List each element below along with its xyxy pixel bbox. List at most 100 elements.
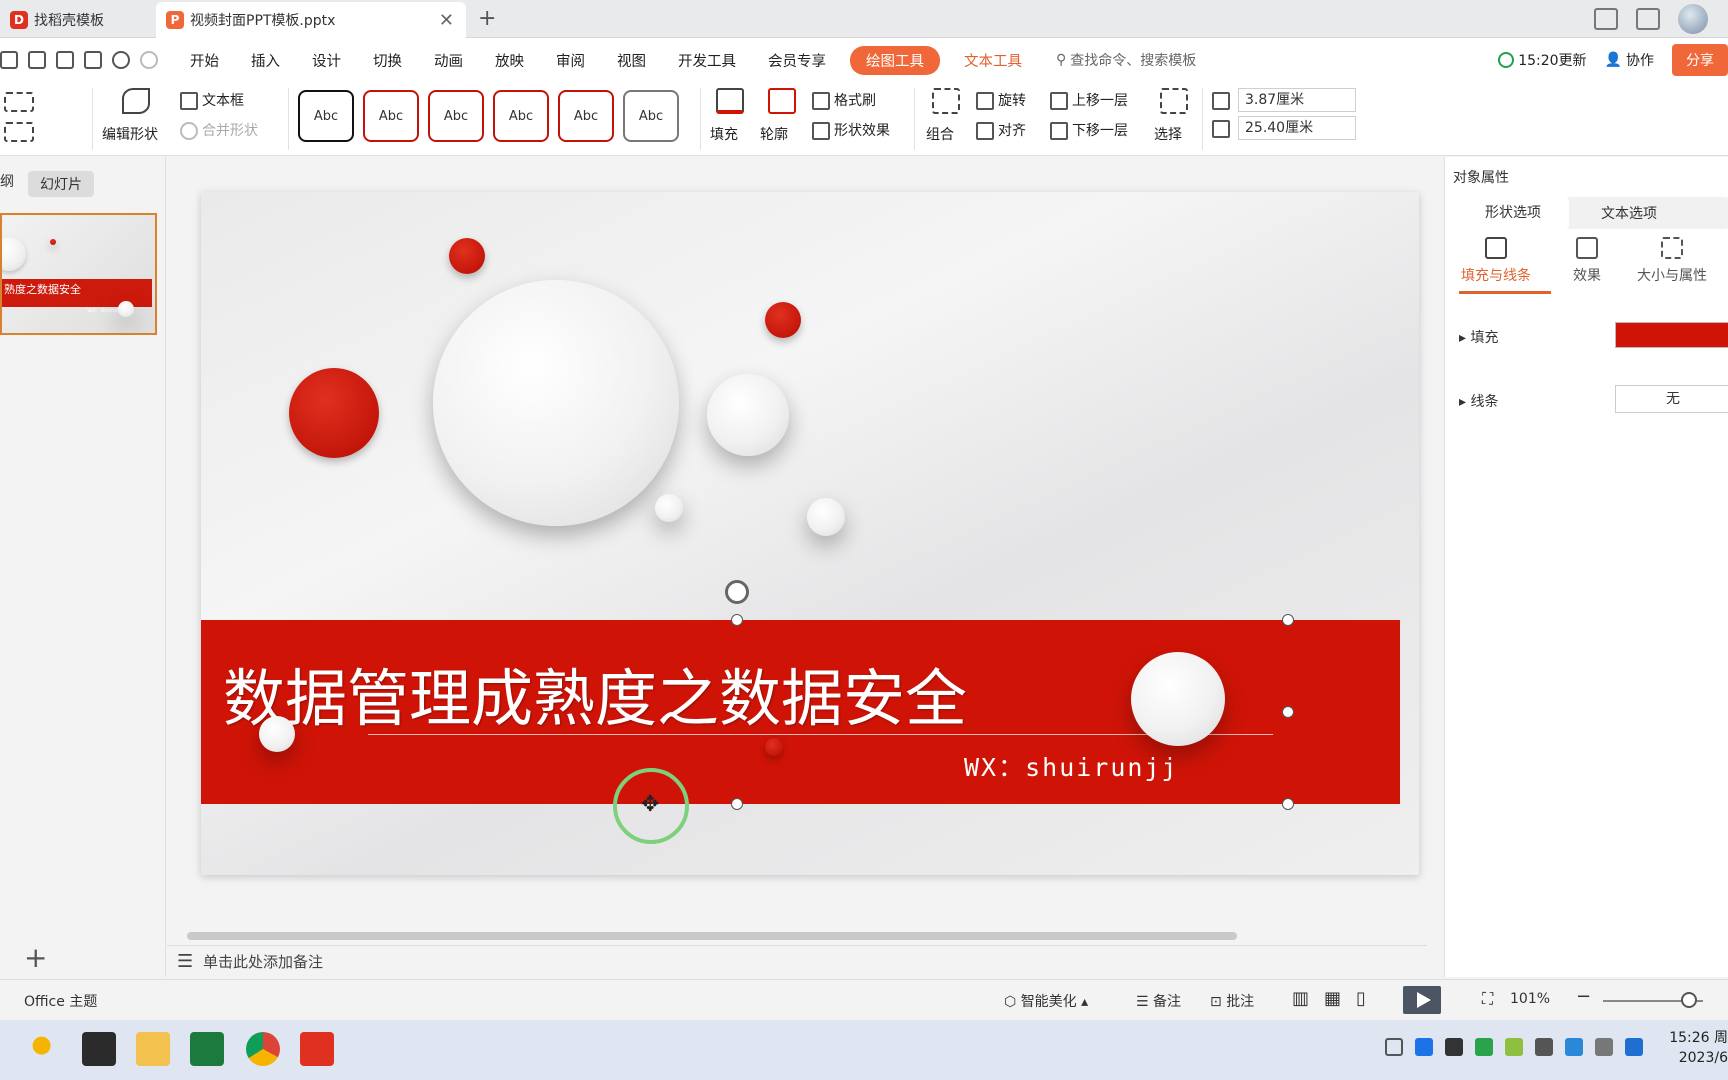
search-icon[interactable] xyxy=(28,1032,62,1066)
tray-app-icon[interactable] xyxy=(1475,1038,1493,1056)
panel-title[interactable]: 对象属性 xyxy=(1453,167,1509,187)
menu-developer[interactable]: 开发工具 xyxy=(678,50,736,71)
tab-template-store[interactable]: D 找稻壳模板 xyxy=(0,2,152,38)
preview-icon[interactable] xyxy=(84,51,102,69)
group-button[interactable]: 组合 xyxy=(926,124,954,144)
play-slideshow-button[interactable] xyxy=(1403,986,1441,1014)
notes-bar[interactable]: ☰ 单击此处添加备注 xyxy=(167,945,1427,977)
slide-title[interactable]: 数据管理成熟度之数据安全 xyxy=(223,648,967,738)
tray-app-icon[interactable] xyxy=(1415,1038,1433,1056)
user-avatar[interactable] xyxy=(1678,4,1708,34)
layout-icon[interactable] xyxy=(1594,8,1618,30)
fit-window-icon[interactable]: ⛶ xyxy=(1482,989,1493,1009)
zoom-out-icon[interactable]: − xyxy=(1576,986,1591,1007)
select-button[interactable]: 选择 xyxy=(1154,124,1182,144)
fill-button[interactable]: 填充 xyxy=(710,124,738,144)
ime-icon[interactable] xyxy=(1595,1038,1613,1056)
notes-toggle-button[interactable]: ☰ 备注 xyxy=(1136,991,1181,1011)
shape-style-2[interactable]: Abc xyxy=(363,90,419,142)
slide-thumbnail-1[interactable]: 熟度之数据安全 WX：shuirunjj xyxy=(0,213,157,335)
fill-section-toggle[interactable]: ▸ 填充 xyxy=(1459,327,1498,347)
wps-icon[interactable] xyxy=(300,1032,334,1066)
slide-sorter-icon[interactable]: ▦ xyxy=(1324,988,1341,1009)
shape-style-1[interactable]: Abc xyxy=(298,90,354,142)
shape-style-3[interactable]: Abc xyxy=(428,90,484,142)
slide-subtitle[interactable]: WX：shuirunjj xyxy=(964,748,1179,784)
line-section-toggle[interactable]: ▸ 线条 xyxy=(1459,391,1498,411)
volume-icon[interactable] xyxy=(1535,1038,1553,1056)
clock[interactable]: 15:26 周 2023/6 xyxy=(1669,1028,1728,1068)
normal-view-icon[interactable]: ▥ xyxy=(1292,988,1309,1009)
edit-shape-button[interactable]: 编辑形状 xyxy=(102,124,158,144)
menu-animation[interactable]: 动画 xyxy=(434,50,463,71)
resize-handle-top-right[interactable] xyxy=(1282,614,1294,626)
resize-handle-bottom-right[interactable] xyxy=(1282,798,1294,810)
text-box-button[interactable]: 文本框 xyxy=(180,90,244,110)
bring-forward-button[interactable]: 上移一层 xyxy=(1050,90,1128,110)
file-explorer-icon[interactable] xyxy=(136,1032,170,1066)
shape-style-6[interactable]: Abc xyxy=(623,90,679,142)
height-input[interactable]: 3.87厘米 xyxy=(1238,88,1356,112)
fill-color-swatch[interactable] xyxy=(1615,322,1728,348)
baidu-icon[interactable] xyxy=(1625,1038,1643,1056)
menu-member[interactable]: 会员专享 xyxy=(768,50,826,71)
send-backward-button[interactable]: 下移一层 xyxy=(1050,120,1128,140)
tab-text-options[interactable]: 文本选项 xyxy=(1601,203,1657,223)
command-search[interactable]: ⚲ 查找命令、搜索模板 xyxy=(1056,50,1196,70)
resize-handle-bottom[interactable] xyxy=(731,798,743,810)
shape-effects-button[interactable]: 形状效果 xyxy=(812,120,890,140)
menu-transition[interactable]: 切换 xyxy=(373,50,402,71)
horizontal-scrollbar[interactable] xyxy=(177,930,1413,940)
outline-button[interactable]: 轮廓 xyxy=(760,124,788,144)
connector-icon[interactable] xyxy=(4,92,34,112)
outline-tab[interactable]: 纲 xyxy=(0,171,14,191)
menu-slideshow[interactable]: 放映 xyxy=(495,50,524,71)
add-slide-plus-icon[interactable]: + xyxy=(24,941,47,974)
new-tab-plus-icon[interactable]: + xyxy=(478,6,496,31)
microphone-icon[interactable] xyxy=(1445,1038,1463,1056)
tray-app-icon[interactable] xyxy=(1565,1038,1583,1056)
cloud-update[interactable]: 15:20更新 xyxy=(1498,50,1587,70)
notes-app-icon[interactable] xyxy=(82,1032,116,1066)
close-tab-icon[interactable]: ✕ xyxy=(439,10,454,31)
zoom-level[interactable]: 101% xyxy=(1510,991,1550,1007)
menu-design[interactable]: 设计 xyxy=(312,50,341,71)
menu-text-tools[interactable]: 文本工具 xyxy=(964,50,1022,71)
comments-button[interactable]: ⊡ 批注 xyxy=(1210,991,1254,1011)
resize-handle-top[interactable] xyxy=(731,614,743,626)
reading-view-icon[interactable]: ▯ xyxy=(1356,988,1366,1009)
line-style-select[interactable]: 无 xyxy=(1615,385,1728,413)
excel-icon[interactable] xyxy=(190,1032,224,1066)
export-icon[interactable] xyxy=(28,51,46,69)
collab-button[interactable]: 👤 协作 xyxy=(1605,50,1654,70)
menu-view[interactable]: 视图 xyxy=(617,50,646,71)
menu-insert[interactable]: 插入 xyxy=(251,50,280,71)
smart-beautify-button[interactable]: ⬡ 智能美化 ▴ xyxy=(1004,991,1088,1011)
share-button[interactable]: 分享 xyxy=(1672,44,1728,76)
menu-drawing-tools[interactable]: 绘图工具 xyxy=(850,45,940,75)
effects-category[interactable]: 效果 xyxy=(1573,237,1601,285)
shape-style-5[interactable]: Abc xyxy=(558,90,614,142)
redo-icon[interactable] xyxy=(140,51,158,69)
chrome-icon[interactable] xyxy=(246,1032,280,1066)
menu-home[interactable]: 开始 xyxy=(190,50,219,71)
format-painter-button[interactable]: 格式刷 xyxy=(812,90,876,110)
undo-icon[interactable] xyxy=(112,51,130,69)
merge-shape-button[interactable]: 合并形状 xyxy=(180,120,258,140)
rotate-button[interactable]: 旋转 xyxy=(976,90,1026,110)
fill-line-category[interactable]: 填充与线条 xyxy=(1461,237,1531,285)
wechat-icon[interactable] xyxy=(1505,1038,1523,1056)
shape-style-4[interactable]: Abc xyxy=(493,90,549,142)
rotate-handle-icon[interactable] xyxy=(725,580,749,604)
print-icon[interactable] xyxy=(56,51,74,69)
menu-review[interactable]: 审阅 xyxy=(556,50,585,71)
align-button[interactable]: 对齐 xyxy=(976,120,1026,140)
slides-tab[interactable]: 幻灯片 xyxy=(28,171,94,197)
slide[interactable]: 数据管理成熟度之数据安全 WX：shuirunjj ✥ xyxy=(201,192,1419,875)
zoom-slider-knob[interactable] xyxy=(1681,992,1697,1008)
tray-chevron-icon[interactable] xyxy=(1385,1038,1403,1056)
tab-pptx-file[interactable]: P 视频封面PPT模板.pptx ✕ xyxy=(156,2,466,38)
width-input[interactable]: 25.40厘米 xyxy=(1238,116,1356,140)
tab-shape-options[interactable]: 形状选项 xyxy=(1457,197,1569,229)
apps-grid-icon[interactable] xyxy=(1636,8,1660,30)
